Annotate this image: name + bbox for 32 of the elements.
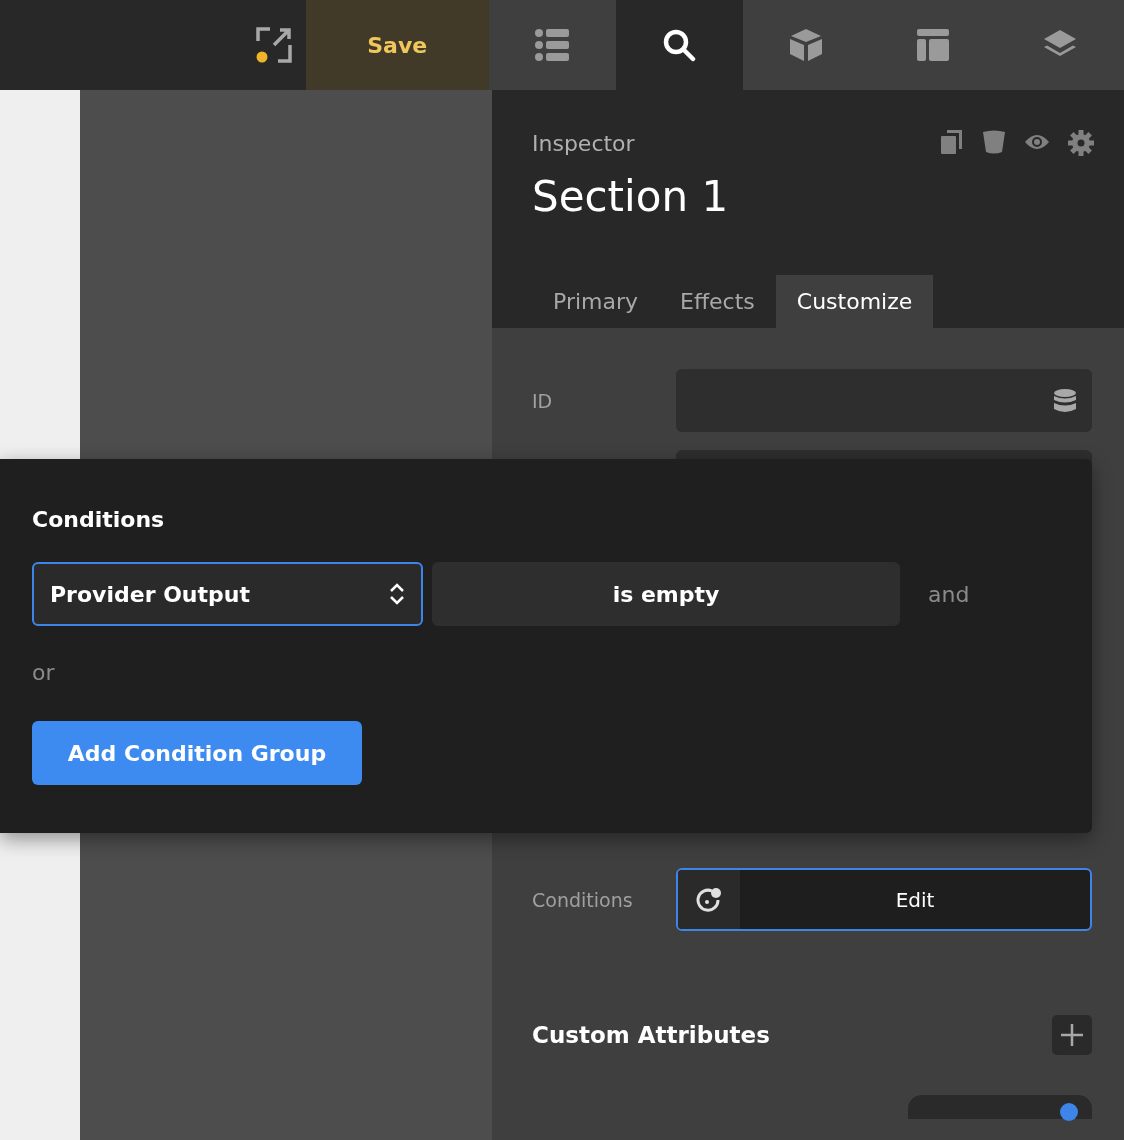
cube-icon — [789, 28, 824, 62]
save-button[interactable]: Save — [305, 0, 489, 90]
inspector-tab[interactable]: Effects — [659, 275, 776, 328]
toggle-knob — [1060, 1103, 1078, 1121]
inspector-label: Inspector — [532, 130, 635, 156]
id-field[interactable] — [676, 369, 1092, 432]
field-select[interactable]: Provider Output — [32, 562, 423, 626]
inspector-title: Section 1 — [532, 172, 730, 221]
layout-icon — [916, 28, 951, 62]
trash-icon[interactable] — [982, 130, 1006, 154]
add-button[interactable] — [1052, 1015, 1092, 1055]
copy-icon[interactable] — [940, 130, 964, 154]
popup-title: Conditions — [32, 507, 166, 532]
plus-icon — [1060, 1023, 1084, 1047]
and-button[interactable]: and — [928, 581, 970, 607]
edit-conditions-button[interactable]: Edit — [676, 868, 1092, 931]
list-icon — [535, 28, 570, 62]
expand-icon — [255, 27, 292, 63]
toolbar-tab[interactable] — [615, 0, 743, 90]
operator-select[interactable]: is empty — [432, 562, 900, 626]
inspector-tab[interactable]: Primary — [532, 275, 659, 328]
inspector-tab[interactable]: Customize — [775, 275, 934, 328]
toggle-pill[interactable] — [908, 1095, 1092, 1119]
field-label: Conditions — [532, 888, 634, 911]
chevron-up-down-icon — [389, 582, 405, 606]
settings-icon[interactable] — [1068, 130, 1094, 156]
section-heading: Custom Attributes — [532, 1022, 770, 1048]
search-icon — [662, 28, 697, 62]
or-label: or — [32, 660, 56, 685]
database-icon — [1054, 388, 1076, 413]
field-label: ID — [532, 389, 554, 412]
conditions-icon — [696, 886, 722, 913]
